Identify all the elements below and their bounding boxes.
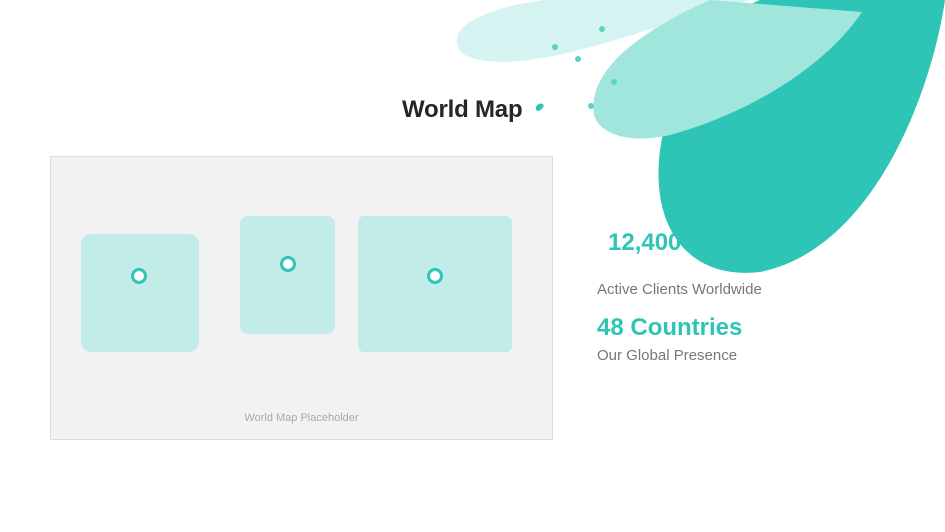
map-region	[81, 234, 199, 352]
decor-dot	[611, 79, 617, 85]
world-map-placeholder: World Map Placeholder	[50, 156, 553, 440]
location-pin-icon[interactable]	[280, 256, 296, 272]
clients-label: Active Clients Worldwide	[597, 281, 762, 298]
page-title: World Map	[402, 96, 523, 123]
clients-count: 12,400+	[608, 229, 696, 256]
decor-dot	[588, 103, 594, 109]
decor-dot	[599, 26, 605, 32]
teal-drop-icon	[534, 101, 545, 113]
map-caption: World Map Placeholder	[244, 412, 359, 424]
mid-teal-leaf-shape	[593, 0, 862, 139]
decor-dot	[575, 56, 581, 62]
decor-dot	[552, 44, 558, 50]
map-region	[358, 216, 512, 352]
location-pin-icon[interactable]	[131, 268, 147, 284]
countries-label: Our Global Presence	[597, 347, 738, 364]
large-teal-leaf-shape	[658, 0, 945, 273]
map-region	[240, 216, 335, 334]
pale-leaf-shape	[456, 0, 750, 62]
countries-count: 48 Countries	[597, 314, 743, 341]
location-pin-icon[interactable]	[427, 268, 443, 284]
